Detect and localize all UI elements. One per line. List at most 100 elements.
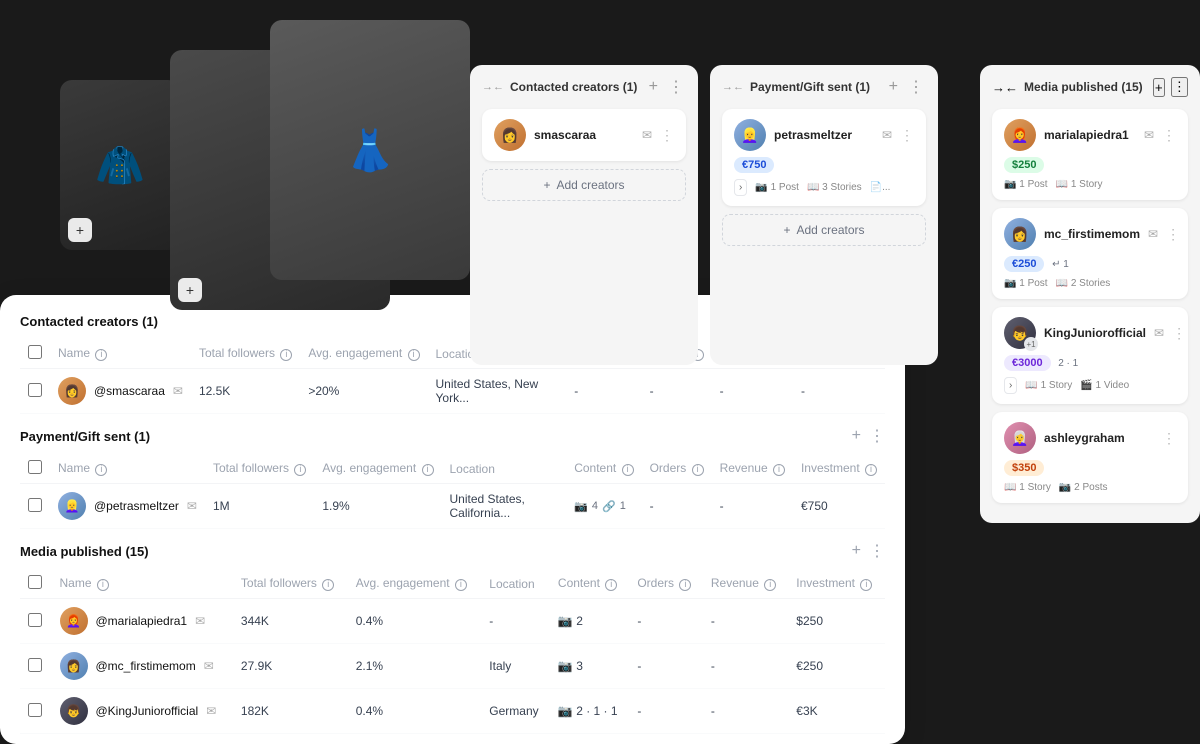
more-icon-smascaraa[interactable]: ⋮ <box>660 127 674 144</box>
section-more-payment-button[interactable]: ⋮ <box>869 426 885 446</box>
content-icon-link: 🔗 <box>602 500 616 513</box>
td-checkbox-mc <box>20 644 52 689</box>
row-check-petra[interactable] <box>28 498 42 512</box>
right-panel-more-button[interactable]: ⋮ <box>1171 77 1188 97</box>
th-followers-p: Total followers i <box>205 454 314 484</box>
meta-post-mc-firstimemom: 📷 1 Post <box>1004 278 1048 289</box>
more-icon-mc-firstimemom[interactable]: ⋮ <box>1166 226 1180 243</box>
row-check-maria[interactable] <box>28 613 42 627</box>
card-meta-marialapiedra1: 📷 1 Post 📖 1 Story <box>1004 179 1176 190</box>
section-add-payment-button[interactable]: + <box>852 427 861 445</box>
add-creators-contacted-button[interactable]: + Add creators <box>482 169 686 201</box>
counts-kingjunior: 2 · 1 <box>1058 358 1078 369</box>
right-panel-header: →← Media published (15) + ⋮ <box>992 77 1188 97</box>
right-panel-title: Media published (15) <box>1024 80 1147 94</box>
content-icons-petra: 📷4 🔗1 <box>574 500 633 513</box>
th-revenue-p: Revenue i <box>712 454 793 484</box>
kanban-card-petrasmeltzer-header: 👱‍♀️ petrasmeltzer ✉ ⋮ <box>734 119 914 151</box>
more-icon-petrasmeltzer[interactable]: ⋮ <box>900 127 914 144</box>
photo-card-3: 👗 <box>270 20 470 280</box>
avatar-row-smascaraa: 👩 <box>58 377 86 405</box>
td-orders-smascaraa: - <box>642 369 712 414</box>
mail-icon-kingjunior: ✉ <box>1154 326 1164 340</box>
info-icon-orders-m: i <box>679 579 691 591</box>
td-content-petra: 📷4 🔗1 <box>566 484 641 529</box>
creator-name-petrasmeltzer: petrasmeltzer <box>774 128 874 142</box>
mail-icon-row-king: ✉ <box>206 704 216 718</box>
kanban-card-smascaraa-header: 👩 smascaraa ✉ ⋮ <box>494 119 674 151</box>
select-all-payment[interactable] <box>28 460 42 474</box>
info-icon-followers-p: i <box>294 464 306 476</box>
kanban-payment-more-button[interactable]: ⋮ <box>906 77 926 97</box>
add-creators-payment-label: Add creators <box>796 223 864 237</box>
td-checkbox-smascaraa <box>20 369 50 414</box>
td-investment-king: €3K <box>788 689 885 734</box>
mail-icon-petrasmeltzer: ✉ <box>882 128 892 142</box>
meta-stories-petrasmeltzer: 📖 3 Stories <box>807 179 862 196</box>
more-icon-ashleygraham[interactable]: ⋮ <box>1162 430 1176 447</box>
td-name-maria: 👩‍🦰 @marialapiedra1 ✉ <box>52 599 233 644</box>
handle-smascaraa: @smascaraa <box>94 384 165 398</box>
kanban-card-ashleygraham: 👩‍🦳 ashleygraham ⋮ $350 📖 1 Story 📷 2 Po… <box>992 412 1188 503</box>
row-check-smascaraa[interactable] <box>28 383 42 397</box>
more-icon-marialapiedra1[interactable]: ⋮ <box>1162 127 1176 144</box>
content-camera-icon: 📷 <box>558 614 573 628</box>
td-name-king: 👦 @KingJuniorofficial ✉ <box>52 689 233 734</box>
avatar-smascaraa: 👩 <box>494 119 526 151</box>
section-actions-payment: + ⋮ <box>852 426 885 446</box>
tag-petrasmeltzer: €750 <box>734 157 774 173</box>
row-check-mc[interactable] <box>28 658 42 672</box>
more-icon-kingjunior[interactable]: ⋮ <box>1172 325 1186 342</box>
table-header-row-payment: Name i Total followers i Avg. engagement… <box>20 454 885 484</box>
chevron-button-kingjunior[interactable]: › <box>1004 377 1017 394</box>
chevron-button-petrasmeltzer[interactable]: › <box>734 179 747 196</box>
section-add-media-button[interactable]: + <box>852 542 861 560</box>
avatar-mc-firstimemom: 👩 <box>1004 218 1036 250</box>
table-row: 👩 @smascaraa ✉ 12.5K >20% United States,… <box>20 369 885 414</box>
kanban-card-marialapiedra1-header: 👩‍🦰 marialapiedra1 ✉ ⋮ <box>1004 119 1176 151</box>
add-photo-1-button[interactable]: + <box>68 218 92 242</box>
kanban-contacted-add-button[interactable]: + <box>647 78 660 96</box>
meta-stories-mc-firstimemom: 📖 2 Stories <box>1056 278 1111 289</box>
arrows-icon-3: →← <box>992 80 1018 95</box>
section-header-media: Media published (15) + ⋮ <box>20 541 885 561</box>
section-more-media-button[interactable]: ⋮ <box>869 541 885 561</box>
info-icon-content-p: i <box>622 464 634 476</box>
photo-stack: 🧥 + 🧍 + 👗 <box>60 20 480 330</box>
td-engagement-mc: 2.1% <box>348 644 482 689</box>
kanban-contacted-title: Contacted creators (1) <box>510 80 641 94</box>
tag-ashleygraham: $350 <box>1004 460 1044 476</box>
kanban-card-kingjunior-header: 👦 +1 KingJuniorofficial ✉ ⋮ <box>1004 317 1176 349</box>
td-investment-petra: €750 <box>793 484 885 529</box>
table-row-payment: 👱‍♀️ @petrasmeltzer ✉ 1M 1.9% United Sta… <box>20 484 885 529</box>
photo-3-image: 👗 <box>270 20 470 280</box>
td-orders-king: - <box>629 689 703 734</box>
select-all-contacted[interactable] <box>28 345 42 359</box>
section-title-media: Media published (15) <box>20 544 149 559</box>
creator-name-marialapiedra1: marialapiedra1 <box>1044 128 1136 142</box>
creator-name-mc-firstimemom: mc_firstimemom <box>1044 227 1140 241</box>
avatar-row-petra: 👱‍♀️ <box>58 492 86 520</box>
photo-card-1: 🧥 + <box>60 80 180 250</box>
kanban-contacted-more-button[interactable]: ⋮ <box>666 77 686 97</box>
td-checkbox-maria <box>20 599 52 644</box>
td-content-mc: 📷 3 <box>550 644 629 689</box>
info-icon-engagement-p: i <box>422 464 434 476</box>
td-followers-king: 182K <box>233 689 348 734</box>
info-icon-engagement-m: i <box>455 579 467 591</box>
info-icon-revenue-p: i <box>773 464 785 476</box>
select-all-media[interactable] <box>28 575 42 589</box>
arrows-icon-2: →← <box>722 81 744 93</box>
right-panel-add-button[interactable]: + <box>1153 78 1165 97</box>
mail-icon-row-mc: ✉ <box>204 659 214 673</box>
badge-mc-firstimemom: ↵ 1 <box>1052 259 1069 270</box>
add-photo-2-button[interactable]: + <box>178 278 202 302</box>
add-creators-payment-button[interactable]: + Add creators <box>722 214 926 246</box>
th-orders-m: Orders i <box>629 569 703 599</box>
kanban-payment-add-button[interactable]: + <box>887 78 900 96</box>
td-revenue-smascaraa: - <box>712 369 793 414</box>
kanban-col-payment-header: →← Payment/Gift sent (1) + ⋮ <box>722 77 926 97</box>
td-revenue-petra: - <box>712 484 793 529</box>
arrows-icon: →← <box>482 81 504 93</box>
row-check-king[interactable] <box>28 703 42 717</box>
